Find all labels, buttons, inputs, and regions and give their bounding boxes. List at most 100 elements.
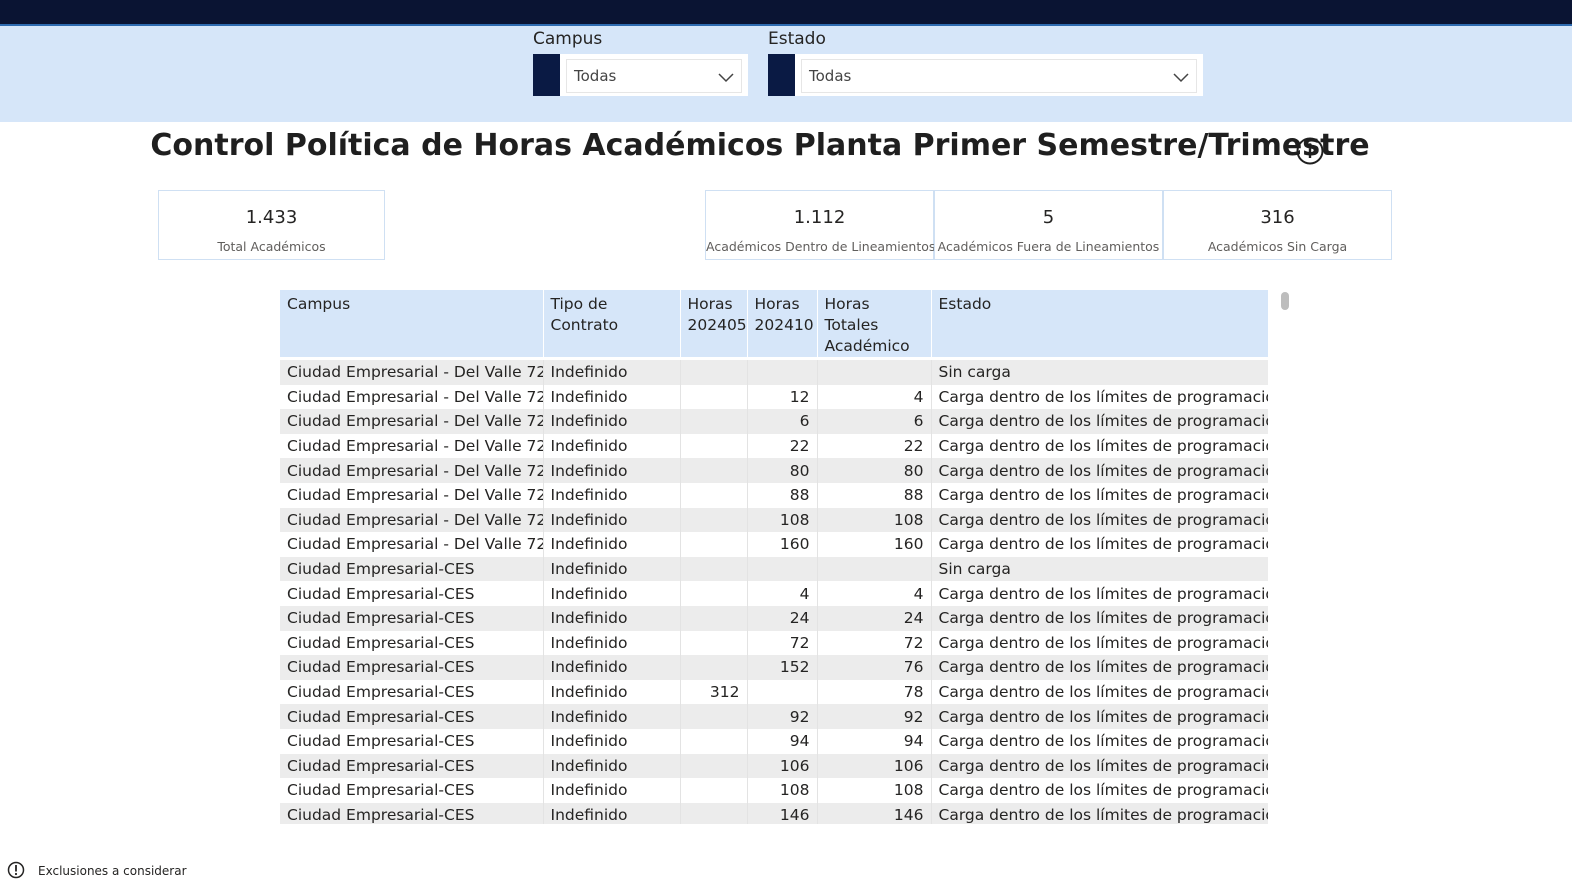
table-row[interactable]: Ciudad Empresarial-CES Indefinido 106 106 Ca… — [280, 753, 1268, 779]
cell-estado: Carga dentro de los límites de programac… — [931, 753, 1268, 779]
cell-contrato: Indefinido — [543, 704, 681, 729]
cell-estado: Sin carga — [931, 556, 1268, 582]
card-label: Total Académicos — [217, 239, 326, 254]
cell-estado: Carga dentro de los límites de programac… — [931, 728, 1268, 754]
cell-contrato: Indefinido — [543, 630, 681, 656]
cell-contrato: Indefinido — [543, 753, 681, 779]
cell-campus: Ciudad Empresarial-CES — [280, 581, 544, 606]
cell-campus: Ciudad Empresarial - Del Valle 725 — [280, 360, 544, 385]
cell-horas-202410: 88 — [747, 482, 818, 508]
cell-campus: Ciudad Empresarial-CES — [280, 778, 544, 803]
page-title-text: Control Política de Horas Académicos Pla… — [150, 128, 1370, 163]
cell-contrato: Indefinido — [543, 384, 681, 410]
cell-campus: Ciudad Empresarial-CES — [280, 556, 544, 582]
column-header-horas-totales[interactable]: Horas Totales Académico — [817, 290, 932, 357]
estado-dropdown[interactable]: Todas — [801, 59, 1197, 93]
table-row[interactable]: Ciudad Empresarial - Del Valle 725 Indefi… — [280, 458, 1268, 483]
cell-horas-202410: 152 — [747, 655, 818, 680]
table-row[interactable]: Ciudad Empresarial-CES Indefinido 72 72 Carg… — [280, 630, 1268, 656]
table-row[interactable]: Ciudad Empresarial - Del Valle 725 Indefi… — [280, 507, 1268, 533]
chevron-down-icon[interactable] — [717, 68, 735, 86]
cell-horas-202405 — [680, 507, 748, 533]
cell-horas-202405 — [680, 433, 748, 459]
table-row[interactable]: Ciudad Empresarial-CES Indefinido 4 4 Carga … — [280, 581, 1268, 606]
cell-contrato: Indefinido — [543, 482, 681, 508]
card-label: Académicos Fuera de Lineamientos — [937, 239, 1160, 254]
table-body: Ciudad Empresarial - Del Valle 725 Indefi… — [280, 357, 1268, 824]
table-row[interactable]: Ciudad Empresarial-CES Indefinido 152 76 Car… — [280, 655, 1268, 680]
estado-slicer-box: Todas — [768, 54, 1203, 96]
cell-campus: Ciudad Empresarial-CES — [280, 802, 544, 824]
campus-slicer: Campus Todas — [533, 28, 748, 96]
cell-estado: Carga dentro de los límites de programac… — [931, 532, 1268, 557]
cell-horas-totales: 108 — [817, 778, 932, 803]
cell-contrato: Indefinido — [543, 458, 681, 483]
card-value: 5 — [1042, 207, 1055, 228]
cell-estado: Carga dentro de los límites de programac… — [931, 433, 1268, 459]
table-row[interactable]: Ciudad Empresarial - Del Valle 725 Indefi… — [280, 482, 1268, 508]
table-row[interactable]: Ciudad Empresarial-CES Indefinido 24 24 Carg… — [280, 605, 1268, 631]
cell-campus: Ciudad Empresarial - Del Valle 725 — [280, 482, 544, 508]
cell-horas-202405 — [680, 605, 748, 631]
cell-estado: Carga dentro de los límites de programac… — [931, 605, 1268, 631]
estado-slicer-swatch — [768, 54, 795, 96]
table-row[interactable]: Ciudad Empresarial-CES Indefinido 312 78 Car… — [280, 679, 1268, 705]
info-icon — [7, 861, 25, 879]
table-row[interactable]: Ciudad Empresarial - Del Valle 725 Indefi… — [280, 433, 1268, 459]
table-row[interactable]: Ciudad Empresarial - Del Valle 725 Indefi… — [280, 532, 1268, 557]
table-row[interactable]: Ciudad Empresarial - Del Valle 725 Indefi… — [280, 409, 1268, 434]
card-label: Académicos Dentro de Lineamientos — [706, 239, 936, 254]
chevron-down-icon[interactable] — [1172, 68, 1190, 86]
cell-campus: Ciudad Empresarial-CES — [280, 704, 544, 729]
cell-estado: Carga dentro de los límites de programac… — [931, 679, 1268, 705]
table-row[interactable]: Ciudad Empresarial-CES Indefinido 92 92 Carg… — [280, 704, 1268, 729]
cell-horas-202410 — [747, 679, 818, 705]
cell-horas-totales: 92 — [817, 704, 932, 729]
cell-horas-202410: 108 — [747, 778, 818, 803]
table-header-row: Campus Tipo de Contrato Horas 202405 Hor… — [280, 290, 1268, 357]
campus-dropdown-value: Todas — [574, 67, 617, 85]
cell-campus: Ciudad Empresarial - Del Valle 725 — [280, 507, 544, 533]
campus-dropdown[interactable]: Todas — [566, 59, 742, 93]
card-sin-carga: 316 Académicos Sin Carga — [1163, 190, 1392, 260]
cell-campus: Ciudad Empresarial-CES — [280, 630, 544, 656]
cell-horas-202405 — [680, 581, 748, 606]
column-header-contrato[interactable]: Tipo de Contrato — [543, 290, 681, 357]
column-header-estado[interactable]: Estado — [931, 290, 1268, 357]
table-row[interactable]: Ciudad Empresarial-CES Indefinido 94 94 Carg… — [280, 728, 1268, 754]
cell-contrato: Indefinido — [543, 728, 681, 754]
table-row[interactable]: Ciudad Empresarial-CES Indefinido 146 146 Ca… — [280, 802, 1268, 824]
table-row[interactable]: Ciudad Empresarial - Del Valle 725 Indefi… — [280, 384, 1268, 410]
cell-campus: Ciudad Empresarial-CES — [280, 728, 544, 754]
cell-horas-totales: 146 — [817, 802, 932, 824]
table-row[interactable]: Ciudad Empresarial-CES Indefinido 108 108 Ca… — [280, 778, 1268, 803]
cell-campus: Ciudad Empresarial - Del Valle 725 — [280, 384, 544, 410]
table-row[interactable]: Ciudad Empresarial - Del Valle 725 Indefi… — [280, 360, 1268, 385]
cell-horas-totales: 108 — [817, 507, 932, 533]
cell-estado: Carga dentro de los límites de programac… — [931, 409, 1268, 434]
cell-horas-totales: 88 — [817, 482, 932, 508]
academicos-table[interactable]: Campus Tipo de Contrato Horas 202405 Hor… — [280, 290, 1268, 824]
cell-horas-totales: 6 — [817, 409, 932, 434]
column-header-horas-202405[interactable]: Horas 202405 — [680, 290, 748, 357]
cell-horas-202405 — [680, 753, 748, 779]
cell-horas-totales: 106 — [817, 753, 932, 779]
cell-horas-202405 — [680, 728, 748, 754]
cell-contrato: Indefinido — [543, 360, 681, 385]
cell-estado: Carga dentro de los límites de programac… — [931, 482, 1268, 508]
page-title: Control Política de Horas Académicos Pla… — [0, 128, 1572, 163]
column-header-campus[interactable]: Campus — [280, 290, 544, 357]
cell-horas-202410: 22 — [747, 433, 818, 459]
cell-contrato: Indefinido — [543, 433, 681, 459]
table-row[interactable]: Ciudad Empresarial-CES Indefinido Sin carg… — [280, 556, 1268, 582]
cell-horas-202405 — [680, 778, 748, 803]
cell-estado: Carga dentro de los límites de programac… — [931, 655, 1268, 680]
table-scrollbar[interactable] — [1281, 292, 1289, 310]
cell-horas-totales: 78 — [817, 679, 932, 705]
info-icon[interactable] — [1295, 136, 1325, 166]
estado-dropdown-value: Todas — [809, 67, 852, 85]
column-header-horas-202410[interactable]: Horas 202410 — [747, 290, 818, 357]
cell-horas-202405 — [680, 532, 748, 557]
cell-contrato: Indefinido — [543, 605, 681, 631]
cell-horas-202410: 80 — [747, 458, 818, 483]
